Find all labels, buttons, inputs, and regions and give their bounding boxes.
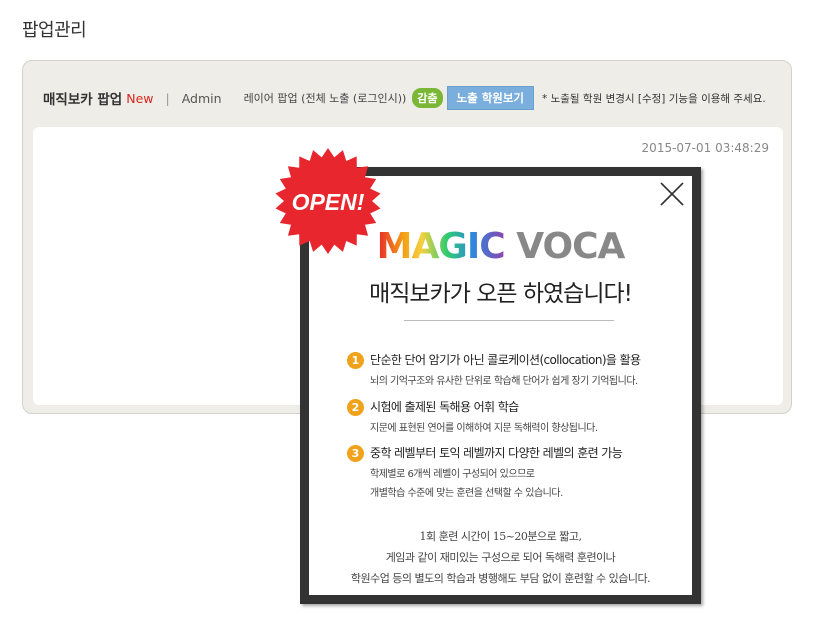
close-x-icon[interactable] (658, 180, 686, 208)
summary-line: 학원수업 등의 별도의 학습과 병행해도 부담 없이 훈련할 수 있습니다. (350, 572, 651, 585)
feature-title: 중학 레벨부터 토익 레벨까지 다양한 레벨의 훈련 가능 (370, 446, 623, 460)
feature-title: 단순한 단어 암기가 아닌 콜로케이션(collocation)을 활용 (370, 353, 641, 367)
new-badge: New (126, 90, 154, 106)
number-badge: 1 (347, 352, 364, 369)
view-academies-button[interactable]: 노출 학원보기 (446, 86, 535, 110)
feature-desc: 지문에 표현된 연어를 이해하여 지문 독해력이 향상됩니다. (370, 423, 598, 434)
popup-name[interactable]: 매직보카 팝업 (43, 88, 122, 108)
popup-headline: 매직보카가 오픈 하였습니다! (369, 281, 633, 307)
burst-text: OPEN! (292, 189, 365, 215)
logo-voca: VOCA (516, 226, 625, 267)
divider (404, 320, 614, 321)
separator: | (165, 90, 170, 106)
number-badge: 2 (347, 399, 364, 416)
number-badge: 3 (347, 445, 364, 462)
timestamp: 2015-07-01 03:48:29 (641, 141, 769, 155)
summary-line: 1회 훈련 시간이 15~20분으로 짧고, (419, 530, 582, 543)
page-title: 팝업관리 (22, 20, 87, 41)
feature-desc: 학제별로 6개씩 레벨이 구성되어 있으므로 (370, 469, 535, 480)
summary-line: 게임과 같이 재미있는 구성으로 되어 독해력 훈련이나 (385, 551, 616, 564)
feature-desc: 뇌의 기억구조와 유사한 단위로 학습해 단어가 쉽게 장기 기억됩니다. (370, 376, 638, 387)
popup-header: 매직보카 팝업 New | Admin 레이어 팝업 (전체 노출 (로그인시)… (43, 86, 775, 110)
layer-info: 레이어 팝업 (전체 노출 (로그인시)) (243, 92, 407, 105)
open-burst-badge: OPEN! (275, 148, 381, 254)
summary-text: 1회 훈련 시간이 15~20분으로 짧고, 게임과 같이 재미있는 구성으로 … (309, 526, 692, 589)
hide-badge[interactable]: 감춤 (412, 88, 443, 108)
feature-desc: 개별학습 수준에 맞는 훈련을 선택할 수 있습니다. (370, 488, 563, 499)
logo-magic: MAGIC (376, 226, 506, 267)
feature-title: 시험에 출제된 독해용 어휘 학습 (370, 400, 519, 414)
author-label: Admin (181, 90, 222, 106)
notice-text: * 노출될 학원 변경시 [수정] 기능을 이용해 주세요. (542, 92, 766, 105)
